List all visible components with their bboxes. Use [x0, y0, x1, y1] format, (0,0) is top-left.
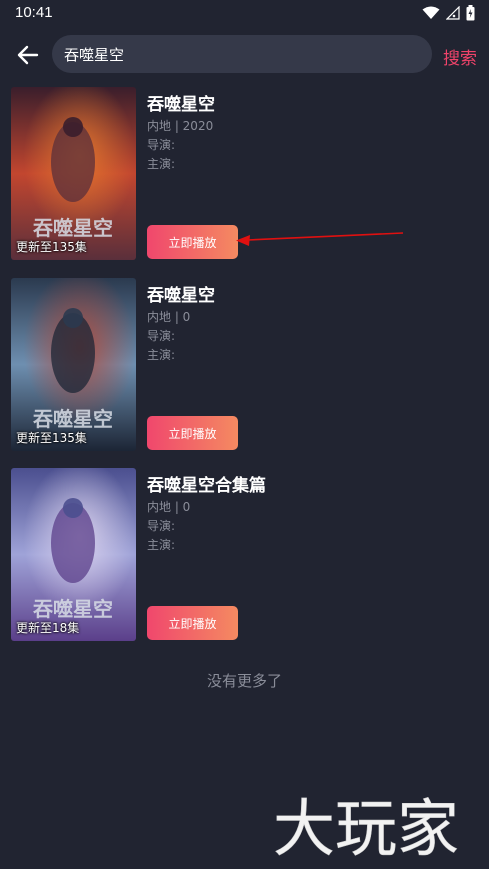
battery-icon — [466, 5, 475, 21]
status-bar: 10:41 — [0, 0, 489, 28]
poster-image[interactable]: 吞噬星空 更新至18集 — [11, 468, 136, 641]
search-input[interactable]: 吞噬星空 — [52, 35, 432, 73]
watermark-logo: 大玩家 — [273, 792, 460, 862]
region-year: 内地 | 2020 — [147, 119, 214, 133]
svg-text:大玩家: 大玩家 — [273, 792, 459, 862]
play-now-button[interactable]: 立即播放 — [147, 416, 238, 450]
episode-count-label: 更新至135集 — [16, 240, 87, 254]
status-icons — [422, 5, 475, 21]
search-query-text: 吞噬星空 — [64, 46, 125, 64]
poster-title-art: 吞噬星空 — [33, 597, 113, 621]
cast-label: 主演: — [147, 157, 176, 171]
result-title[interactable]: 吞噬星空 — [147, 90, 215, 115]
result-title[interactable]: 吞噬星空 — [147, 281, 215, 306]
poster-title-art: 吞噬星空 — [33, 216, 113, 240]
cast-label: 主演: — [147, 538, 176, 552]
play-now-button[interactable]: 立即播放 — [147, 225, 238, 259]
result-card[interactable]: 吞噬星空 更新至18集 吞噬星空合集篇 内地 | 0 导演: 主演: 立即播放 — [11, 468, 481, 641]
poster-art: 吞噬星空 — [11, 468, 136, 641]
back-arrow-icon — [17, 45, 39, 65]
director-label: 导演: — [147, 519, 176, 533]
poster-art: 吞噬星空 — [11, 87, 136, 260]
episode-count-label: 更新至18集 — [16, 621, 80, 635]
no-more-text: 没有更多了 — [206, 672, 282, 690]
status-time: 10:41 — [15, 4, 53, 21]
cast-label: 主演: — [147, 348, 176, 362]
result-title[interactable]: 吞噬星空合集篇 — [147, 471, 266, 496]
annotation-arrow — [236, 232, 404, 246]
play-now-button[interactable]: 立即播放 — [147, 606, 238, 640]
region-year: 内地 | 0 — [147, 310, 191, 324]
search-bar-row: 吞噬星空 搜索 — [0, 34, 489, 76]
poster-art: 吞噬星空 — [11, 278, 136, 451]
poster-title-art: 吞噬星空 — [33, 407, 113, 431]
director-label: 导演: — [147, 329, 176, 343]
poster-image[interactable]: 吞噬星空 更新至135集 — [11, 87, 136, 260]
back-button[interactable] — [14, 42, 42, 68]
wifi-icon — [422, 6, 440, 19]
search-button[interactable]: 搜索 — [443, 44, 477, 69]
result-card[interactable]: 吞噬星空 更新至135集 吞噬星空 内地 | 0 导演: 主演: 立即播放 — [11, 278, 481, 451]
region-year: 内地 | 0 — [147, 500, 191, 514]
director-label: 导演: — [147, 138, 176, 152]
cellular-signal-icon — [446, 6, 460, 20]
poster-image[interactable]: 吞噬星空 更新至135集 — [11, 278, 136, 451]
episode-count-label: 更新至135集 — [16, 431, 87, 445]
